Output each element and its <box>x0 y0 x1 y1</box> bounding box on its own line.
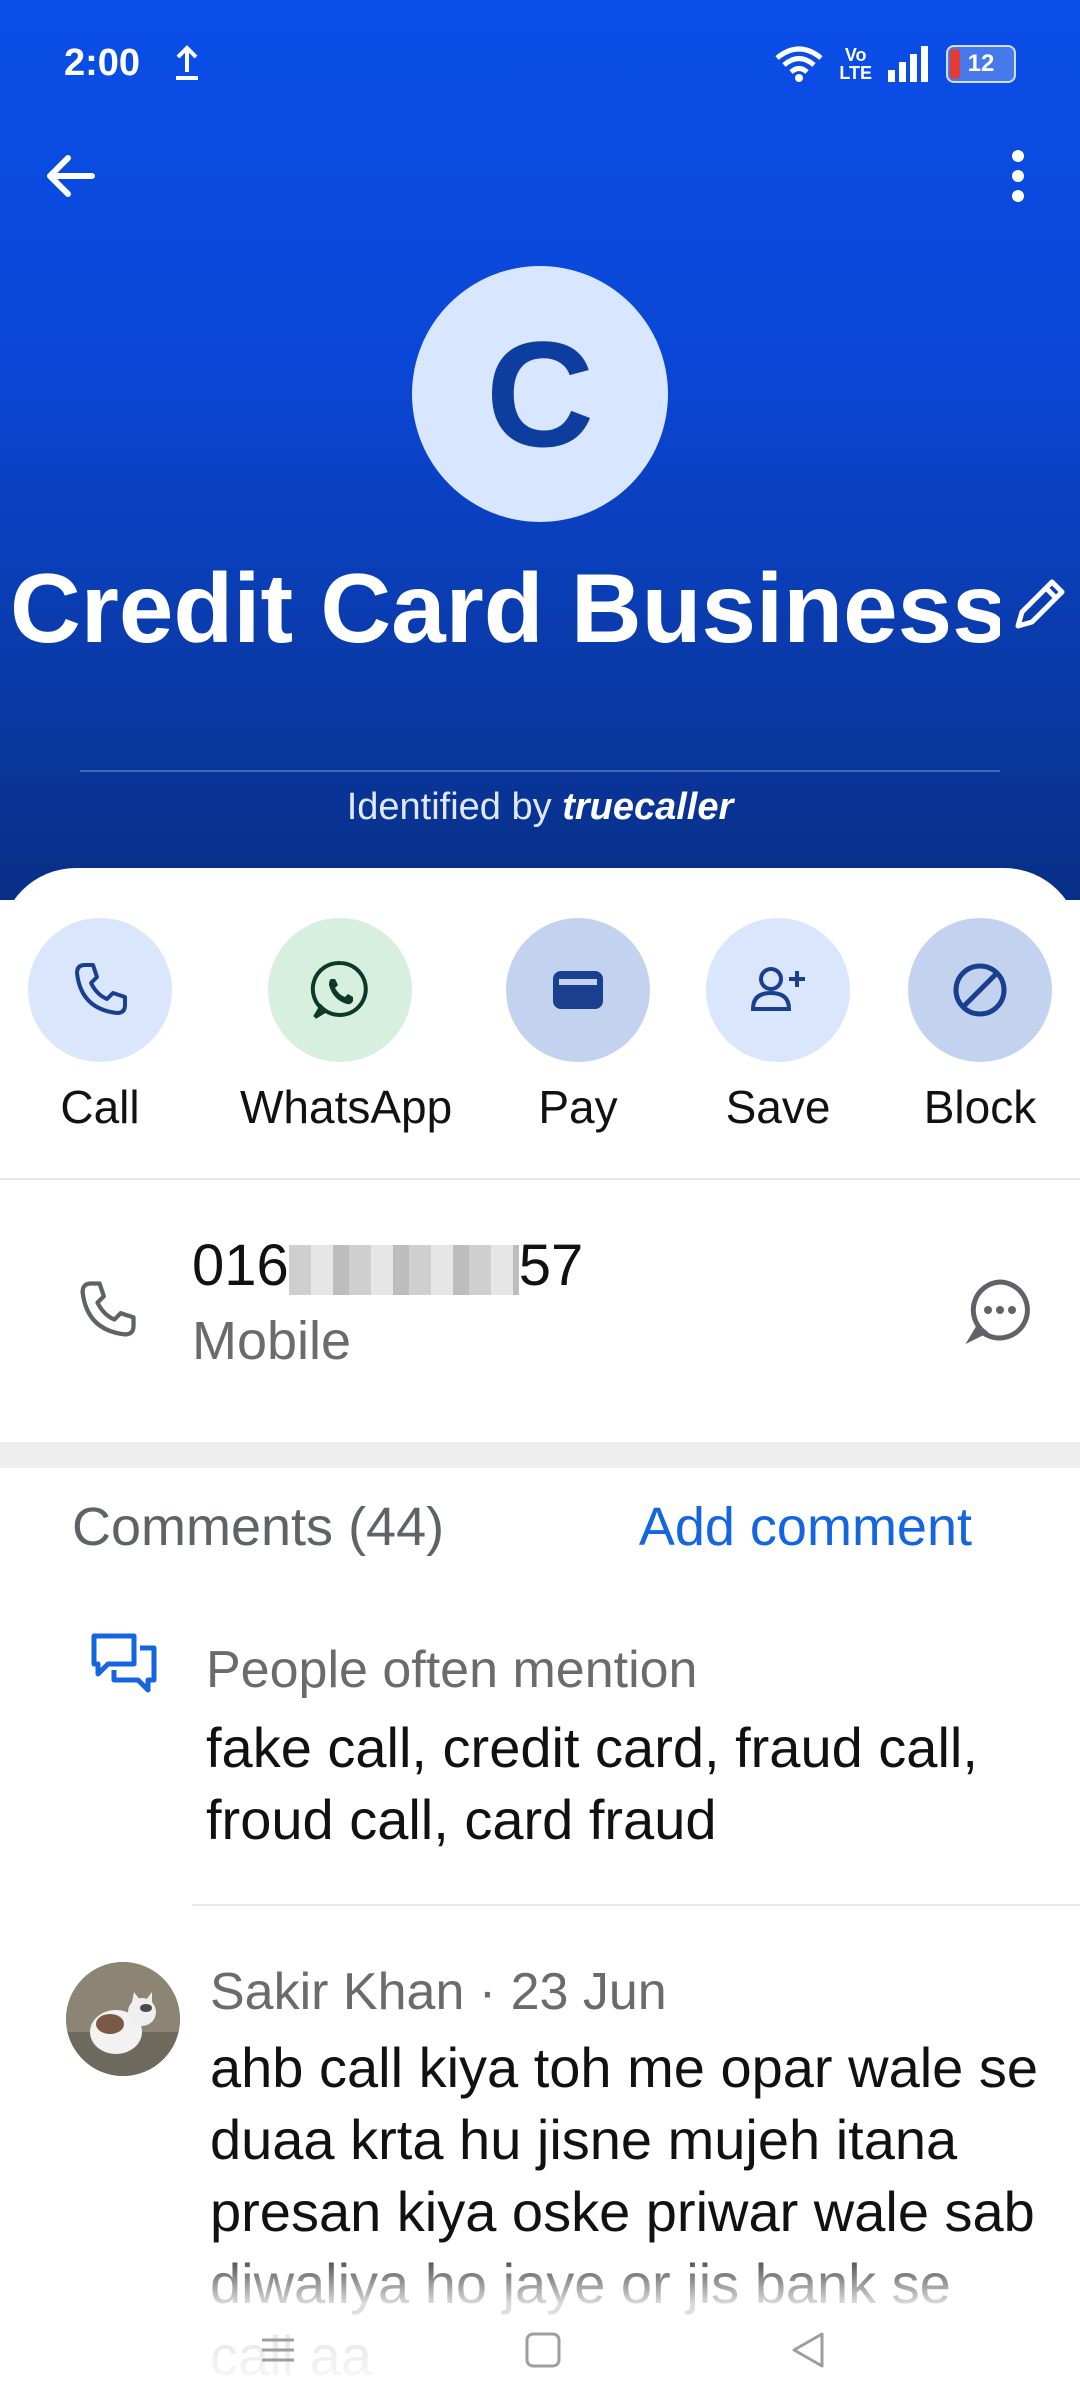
block-action[interactable]: Block <box>880 918 1080 1134</box>
whatsapp-icon <box>310 960 368 1019</box>
call-action[interactable]: Call <box>0 918 200 1134</box>
call-button <box>28 918 172 1062</box>
status-bar: 2:00 Vo LTE 12 <box>0 34 1080 94</box>
pay-action[interactable]: Pay <box>478 918 678 1134</box>
block-icon <box>953 963 1007 1017</box>
whatsapp-button <box>268 918 412 1062</box>
upload-icon <box>176 45 198 80</box>
redacted-digits <box>288 1244 519 1295</box>
block-label: Block <box>923 1081 1037 1133</box>
comment-author-avatar[interactable] <box>66 1962 180 2076</box>
more-options-icon[interactable] <box>982 140 1054 212</box>
pay-button <box>506 918 650 1062</box>
contact-name: Credit Card Business <box>10 553 1000 663</box>
menu-nav-icon[interactable] <box>248 2320 308 2380</box>
mention-keywords: fake call, credit card, fraud call, frou… <box>206 1716 978 1851</box>
status-time: 2:00 <box>64 42 141 84</box>
whatsapp-action[interactable]: WhatsApp <box>240 918 453 1134</box>
hero-divider <box>80 770 1000 772</box>
contact-header: 2:00 Vo LTE 12 C Credit Card Business Ide… <box>0 0 1080 900</box>
home-nav-icon[interactable] <box>513 2320 573 2380</box>
phone-icon <box>75 963 127 1015</box>
action-row: Call WhatsApp Pay Save Block <box>0 918 1080 1138</box>
comments-header: Comments (44) <box>72 1497 445 1557</box>
message-icon[interactable] <box>962 1272 1038 1348</box>
back-arrow-icon[interactable] <box>36 140 108 212</box>
call-label: Call <box>60 1081 140 1133</box>
phone-number-type: Mobile <box>192 1311 352 1371</box>
whatsapp-label: WhatsApp <box>240 1081 453 1133</box>
mention-title: People often mention <box>206 1641 698 1699</box>
wallet-icon <box>553 971 603 1009</box>
divider <box>192 1904 1080 1906</box>
cat-photo <box>66 1962 180 2076</box>
save-label: Save <box>725 1081 831 1133</box>
save-action[interactable]: Save <box>678 918 878 1134</box>
block-button <box>908 918 1052 1062</box>
contact-avatar: C <box>412 266 668 522</box>
phone-icon <box>80 1281 136 1337</box>
wifi-icon <box>775 46 823 82</box>
section-divider <box>0 1442 1080 1468</box>
truecaller-logo: truecaller <box>562 786 734 828</box>
comment-author-date: Sakir Khan · 23 Jun <box>210 1963 667 2021</box>
volte-indicator: Vo LTE <box>839 45 872 83</box>
save-button <box>706 918 850 1062</box>
phone-number-row[interactable]: 016 57 Mobile <box>0 1180 1080 1442</box>
add-person-icon <box>750 967 805 1011</box>
identified-by-line: Identified by truecaller <box>346 786 734 828</box>
signal-icon <box>888 46 928 82</box>
back-nav-icon[interactable] <box>778 2320 838 2380</box>
add-comment-button[interactable]: Add comment <box>639 1496 972 1558</box>
pay-label: Pay <box>538 1081 618 1133</box>
system-nav-bar <box>0 2300 1080 2400</box>
edit-pencil-icon[interactable] <box>1008 570 1074 636</box>
forum-icon <box>91 1633 157 1693</box>
phone-number: 016 57 <box>192 1233 584 1298</box>
battery-icon: 12 <box>946 45 1016 83</box>
